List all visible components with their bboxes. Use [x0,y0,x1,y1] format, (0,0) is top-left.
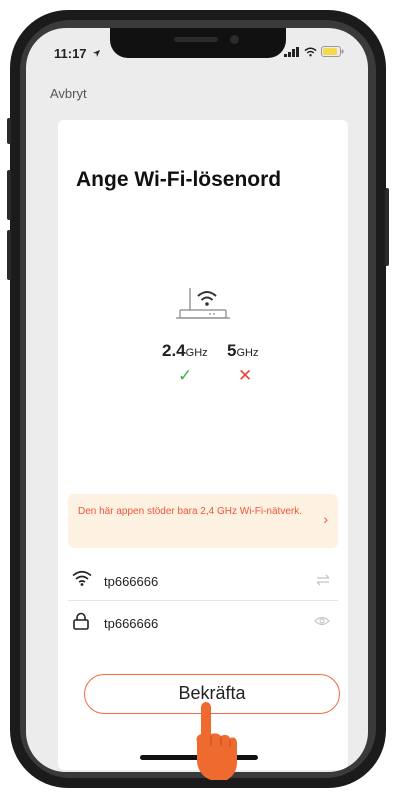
password-value: tp666666 [104,616,159,631]
wifi-network-field[interactable]: tp666666 [68,564,338,600]
volume-down-button [7,230,11,280]
status-time: 11:17 [54,46,101,61]
speaker-grille [174,37,218,42]
screen: 11:17 Avbryt Ange Wi-Fi-lösenord 2.4GHz … [26,28,368,772]
cancel-button[interactable]: Avbryt [50,86,87,101]
swap-icon[interactable] [316,574,330,586]
volume-up-button [7,170,11,220]
wifi-name-value: tp666666 [104,574,159,589]
band-24ghz-label: 2.4GHz [162,341,208,360]
password-field[interactable]: tp666666 [68,606,338,642]
notch [110,28,286,58]
wifi-icon [72,570,92,586]
wifi-status-icon [304,47,317,57]
cross-icon: ✕ [238,366,253,385]
power-button [385,188,389,266]
location-icon [93,49,101,58]
page-title: Ange Wi-Fi-lösenord [76,168,282,191]
pointing-hand-icon [196,702,237,780]
check-icon: ✓ [178,366,193,385]
eye-icon[interactable] [314,616,330,626]
lock-icon [73,612,89,630]
signal-icon [284,47,299,57]
band-notice-banner[interactable]: Den här appen stöder bara 2,4 GHz Wi-Fi-… [68,494,338,548]
chevron-right-icon: › [323,511,328,527]
front-camera [230,35,239,44]
wifi-password-card: Ange Wi-Fi-lösenord 2.4GHz 5GHz ✓ ✕ Den … [58,120,348,770]
status-icons [284,46,344,57]
router-icon [176,288,230,319]
mute-switch [7,118,11,144]
notice-text: Den här appen stöder bara 2,4 GHz Wi-Fi-… [78,506,302,517]
band-5ghz-label: 5GHz [227,341,259,360]
battery-icon [321,46,344,57]
field-divider [68,600,338,601]
